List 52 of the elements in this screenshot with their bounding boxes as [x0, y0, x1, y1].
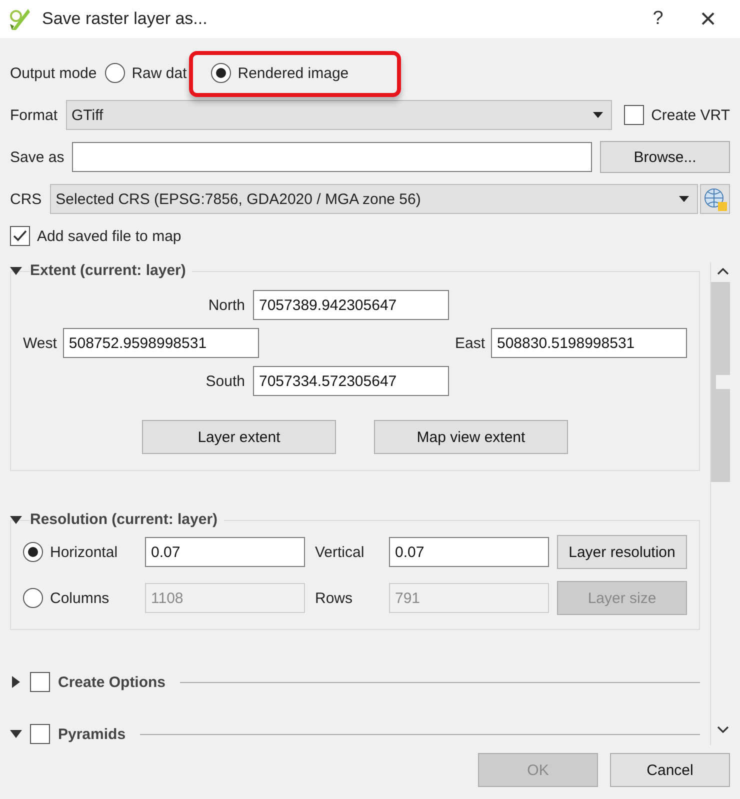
dropdown-caret-icon: [593, 112, 604, 118]
globe-icon[interactable]: [700, 184, 730, 214]
collapse-arrow-icon[interactable]: [10, 264, 22, 276]
field-label: West: [23, 334, 57, 352]
field-label: Rows: [314, 590, 354, 606]
field-label: East: [454, 334, 485, 352]
field-label: North: [207, 296, 245, 314]
expand-arrow-icon[interactable]: [10, 676, 22, 688]
collapse-arrow-icon[interactable]: [10, 514, 22, 526]
section-title[interactable]: Resolution (current: layer): [30, 511, 224, 528]
help-button[interactable]: ?: [638, 7, 678, 31]
radio-button[interactable]: [104, 63, 125, 83]
extent-button[interactable]: Map view extent: [374, 420, 568, 454]
checkbox[interactable]: [624, 105, 644, 125]
radio-button[interactable]: [23, 588, 43, 608]
value-field[interactable]: 0.07: [389, 537, 549, 567]
field-label: Format: [10, 106, 58, 124]
format-dropdown[interactable]: GTiff: [66, 100, 612, 130]
checkbox[interactable]: [30, 724, 50, 744]
checkbox[interactable]: [10, 226, 30, 246]
dropdown-caret-icon: [679, 196, 689, 202]
radio-button[interactable]: [210, 63, 231, 83]
field-label: South: [204, 372, 245, 390]
field-label: CRS: [10, 190, 42, 208]
radio-label[interactable]: Columns: [50, 590, 110, 606]
scrollbar-track[interactable]: [710, 282, 730, 482]
field-label: Output mode: [10, 64, 97, 82]
radio-label[interactable]: Rendered image: [238, 64, 349, 82]
south-field[interactable]: 7057334.572305647: [253, 366, 449, 396]
dialog-button[interactable]: Cancel: [610, 753, 730, 787]
field-label: Save as: [10, 148, 64, 166]
west-field[interactable]: 508752.9598998531: [62, 328, 259, 358]
radio-label[interactable]: Raw dat: [132, 64, 187, 82]
checkbox[interactable]: [30, 672, 50, 692]
north-field[interactable]: 7057389.942305647: [253, 290, 449, 320]
value-field[interactable]: 0.07: [145, 537, 305, 567]
checkbox-label[interactable]: Add saved file to map: [37, 228, 182, 244]
section-title[interactable]: Extent (current: layer): [30, 262, 192, 279]
radio-label[interactable]: Horizontal: [50, 544, 118, 560]
collapse-arrow-icon[interactable]: [10, 728, 22, 740]
crs-dropdown[interactable]: Selected CRS (EPSG:7856, GDA2020 / MGA zone 56): [50, 184, 698, 214]
resolution-button[interactable]: Layer resolution: [557, 535, 687, 569]
field-label: Vertical: [314, 544, 366, 560]
radio-button[interactable]: [23, 542, 43, 562]
browse-button[interactable]: Browse...: [600, 141, 730, 173]
scrollbar-thumb[interactable]: [716, 375, 730, 389]
save-as-field[interactable]: [72, 142, 592, 172]
window-title: Save raster layer as...: [42, 9, 208, 29]
east-field[interactable]: 508830.5198998531: [491, 328, 687, 358]
close-button[interactable]: ×: [688, 2, 728, 36]
checkbox-label[interactable]: Create VRT: [651, 106, 730, 124]
extent-button[interactable]: Layer extent: [142, 420, 336, 454]
